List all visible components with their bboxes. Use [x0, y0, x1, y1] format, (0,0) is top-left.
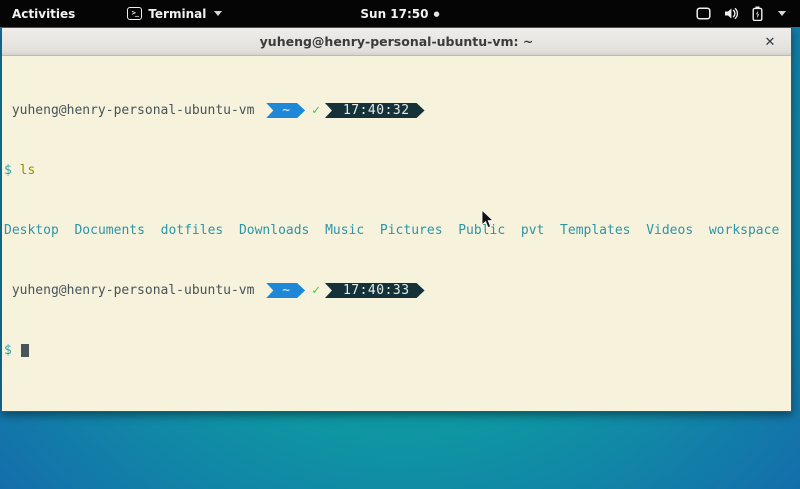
system-status-area[interactable]: [696, 0, 800, 27]
prompt-time-segment: 17:40:33: [325, 283, 425, 298]
prompt-dollar: $: [4, 343, 12, 358]
notification-dot-icon: ●: [434, 10, 440, 18]
prompt-line-1: yuheng@henry-personal-ubuntu-vm ~ ✓ 17:4…: [4, 103, 791, 118]
input-line[interactable]: $: [4, 343, 791, 358]
window-title: yuheng@henry-personal-ubuntu-vm: ~: [260, 34, 534, 49]
ls-output-line: Desktop Documents dotfiles Downloads Music Pi…: [4, 223, 791, 238]
ls-item: dotfiles: [161, 223, 224, 238]
prompt-line-2: yuheng@henry-personal-ubuntu-vm ~ ✓ 17:4…: [4, 283, 791, 298]
mouse-cursor-icon: [481, 209, 495, 233]
command-line: $ ls: [4, 163, 791, 178]
command-text: ls: [20, 163, 36, 178]
prompt-dollar: $: [4, 163, 12, 178]
prompt-status-check-icon: ✓: [312, 283, 320, 298]
window-titlebar[interactable]: yuheng@henry-personal-ubuntu-vm: ~ ✕: [2, 28, 791, 56]
app-menu-label: Terminal: [148, 7, 206, 21]
terminal-cursor: [21, 344, 29, 357]
ls-item: Documents: [74, 223, 144, 238]
battery-charging-icon: [752, 6, 763, 21]
volume-icon: [724, 7, 739, 20]
prompt-user-host: yuheng@henry-personal-ubuntu-vm: [4, 103, 262, 118]
clock-label: Sun 17:50: [360, 7, 428, 21]
activities-label: Activities: [12, 7, 75, 21]
ls-item: Videos: [646, 223, 693, 238]
ls-item: Pictures: [380, 223, 443, 238]
prompt-directory-segment: ~: [266, 283, 305, 298]
clock-button[interactable]: Sun 17:50 ●: [360, 0, 439, 27]
chevron-down-icon: [214, 11, 222, 16]
app-menu-terminal[interactable]: >_ Terminal: [119, 0, 230, 27]
activities-button[interactable]: Activities: [0, 0, 89, 27]
prompt-directory-segment: ~: [266, 103, 305, 118]
ls-item: Templates: [560, 223, 630, 238]
ls-item: Music: [325, 223, 364, 238]
top-bar: Activities >_ Terminal Sun 17:50 ●: [0, 0, 800, 27]
prompt-user-host: yuheng@henry-personal-ubuntu-vm: [4, 283, 262, 298]
ls-item: workspace: [709, 223, 779, 238]
ls-item: Desktop: [4, 223, 59, 238]
display-icon: [696, 7, 711, 20]
close-icon[interactable]: ✕: [759, 28, 781, 56]
terminal-app-icon: >_: [127, 7, 142, 20]
ls-item: pvt: [521, 223, 544, 238]
terminal-window: yuheng@henry-personal-ubuntu-vm: ~ ✕ yuh…: [1, 27, 792, 412]
system-menu-chevron-icon: [778, 11, 786, 16]
terminal-content[interactable]: yuheng@henry-personal-ubuntu-vm ~ ✓ 17:4…: [2, 56, 791, 411]
prompt-time-segment: 17:40:32: [325, 103, 425, 118]
ls-item: Downloads: [239, 223, 309, 238]
prompt-status-check-icon: ✓: [312, 103, 320, 118]
